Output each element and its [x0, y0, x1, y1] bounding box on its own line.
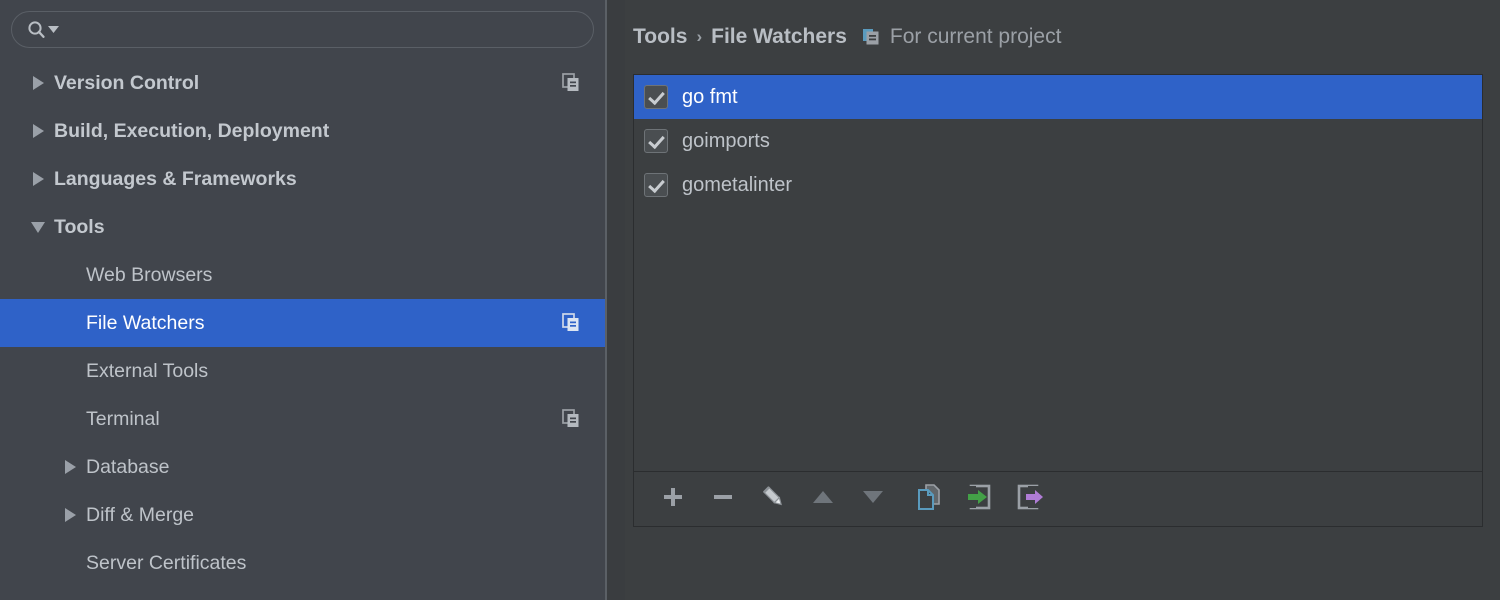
sidebar-item-external-tools[interactable]: External Tools — [0, 347, 605, 395]
search-container — [0, 0, 605, 48]
sidebar-item-languages-frameworks[interactable]: Languages & Frameworks — [0, 155, 605, 203]
breadcrumb-current: File Watchers — [711, 25, 847, 48]
search-filter-chevron-down-icon[interactable] — [48, 21, 59, 39]
sidebar-item-version-control[interactable]: Version Control — [0, 59, 605, 107]
sidebar-item-label: Tools — [54, 215, 105, 238]
pencil-icon — [759, 483, 787, 516]
settings-sidebar: Version Control Build, Execution, Deploy… — [0, 0, 605, 600]
watcher-name: go fmt — [682, 85, 738, 108]
sidebar-item-label: File Watchers — [86, 311, 205, 334]
chevron-right-icon[interactable] — [22, 76, 54, 90]
sidebar-item-label: Version Control — [54, 71, 200, 94]
watcher-row[interactable]: go fmt — [634, 75, 1482, 119]
move-up-button[interactable] — [798, 477, 848, 521]
arrow-up-icon — [810, 484, 836, 515]
sidebar-item-label: Database — [86, 455, 170, 478]
export-button[interactable] — [1004, 477, 1054, 521]
sidebar-item-tools[interactable]: Tools — [0, 203, 605, 251]
arrow-down-icon — [860, 484, 886, 515]
edit-button[interactable] — [748, 477, 798, 521]
settings-dialog: Version Control Build, Execution, Deploy… — [0, 0, 1500, 600]
sidebar-item-file-watchers[interactable]: File Watchers — [0, 299, 605, 347]
move-down-button[interactable] — [848, 477, 898, 521]
watcher-enabled-checkbox[interactable] — [644, 85, 668, 109]
minus-icon — [710, 484, 736, 515]
chevron-right-icon[interactable] — [22, 172, 54, 186]
search-input[interactable] — [65, 15, 593, 44]
breadcrumb-parent[interactable]: Tools — [633, 25, 687, 49]
sidebar-item-label: Web Browsers — [86, 263, 213, 286]
search-box[interactable] — [11, 11, 594, 48]
breadcrumb: Tools › File Watchers For current projec… — [625, 0, 1500, 74]
sidebar-item-build-execution-deployment[interactable]: Build, Execution, Deployment — [0, 107, 605, 155]
breadcrumb-scope-label: For current project — [889, 25, 1062, 48]
watcher-enabled-checkbox[interactable] — [644, 129, 668, 153]
sidebar-item-label: Languages & Frameworks — [54, 167, 297, 190]
export-icon — [1014, 482, 1044, 517]
sidebar-item-label: Build, Execution, Deployment — [54, 119, 330, 142]
sidebar-item-diff-merge[interactable]: Diff & Merge — [0, 491, 605, 539]
copy-button[interactable] — [904, 477, 954, 521]
import-icon — [964, 482, 994, 517]
settings-main-panel: Tools › File Watchers For current projec… — [625, 0, 1500, 600]
watcher-row[interactable]: gometalinter — [634, 163, 1482, 207]
file-watchers-list[interactable]: go fmt goimports gometalinter — [634, 75, 1482, 471]
search-icon — [26, 19, 48, 41]
chevron-down-icon[interactable] — [22, 221, 54, 234]
sidebar-item-label: Server Certificates — [86, 551, 247, 574]
sidebar-item-label: Diff & Merge — [86, 503, 195, 526]
sidebar-item-server-certificates[interactable]: Server Certificates — [0, 539, 605, 587]
copy-to-projects-icon — [861, 27, 881, 47]
file-watchers-panel: go fmt goimports gometalinter — [633, 74, 1483, 527]
watcher-name: goimports — [682, 129, 770, 152]
chevron-right-icon[interactable] — [54, 508, 86, 522]
copy-to-projects-icon — [561, 72, 583, 94]
panel-gutter — [607, 0, 625, 600]
sidebar-item-web-browsers[interactable]: Web Browsers — [0, 251, 605, 299]
copy-to-projects-icon — [561, 408, 583, 430]
settings-tree: Version Control Build, Execution, Deploy… — [0, 59, 605, 587]
sidebar-item-label: External Tools — [86, 359, 209, 382]
sidebar-item-label: Terminal — [86, 407, 160, 430]
watcher-enabled-checkbox[interactable] — [644, 173, 668, 197]
watcher-name: gometalinter — [682, 173, 793, 196]
chevron-right-icon[interactable] — [54, 460, 86, 474]
add-button[interactable] — [648, 477, 698, 521]
breadcrumb-separator: › — [696, 27, 703, 46]
copy-to-projects-icon — [561, 312, 583, 334]
file-watchers-toolbar — [634, 471, 1482, 526]
chevron-right-icon[interactable] — [22, 124, 54, 138]
sidebar-item-terminal[interactable]: Terminal — [0, 395, 605, 443]
plus-icon — [660, 484, 686, 515]
sidebar-item-database[interactable]: Database — [0, 443, 605, 491]
watcher-row[interactable]: goimports — [634, 119, 1482, 163]
remove-button[interactable] — [698, 477, 748, 521]
import-button[interactable] — [954, 477, 1004, 521]
copy-pages-icon — [914, 482, 944, 517]
